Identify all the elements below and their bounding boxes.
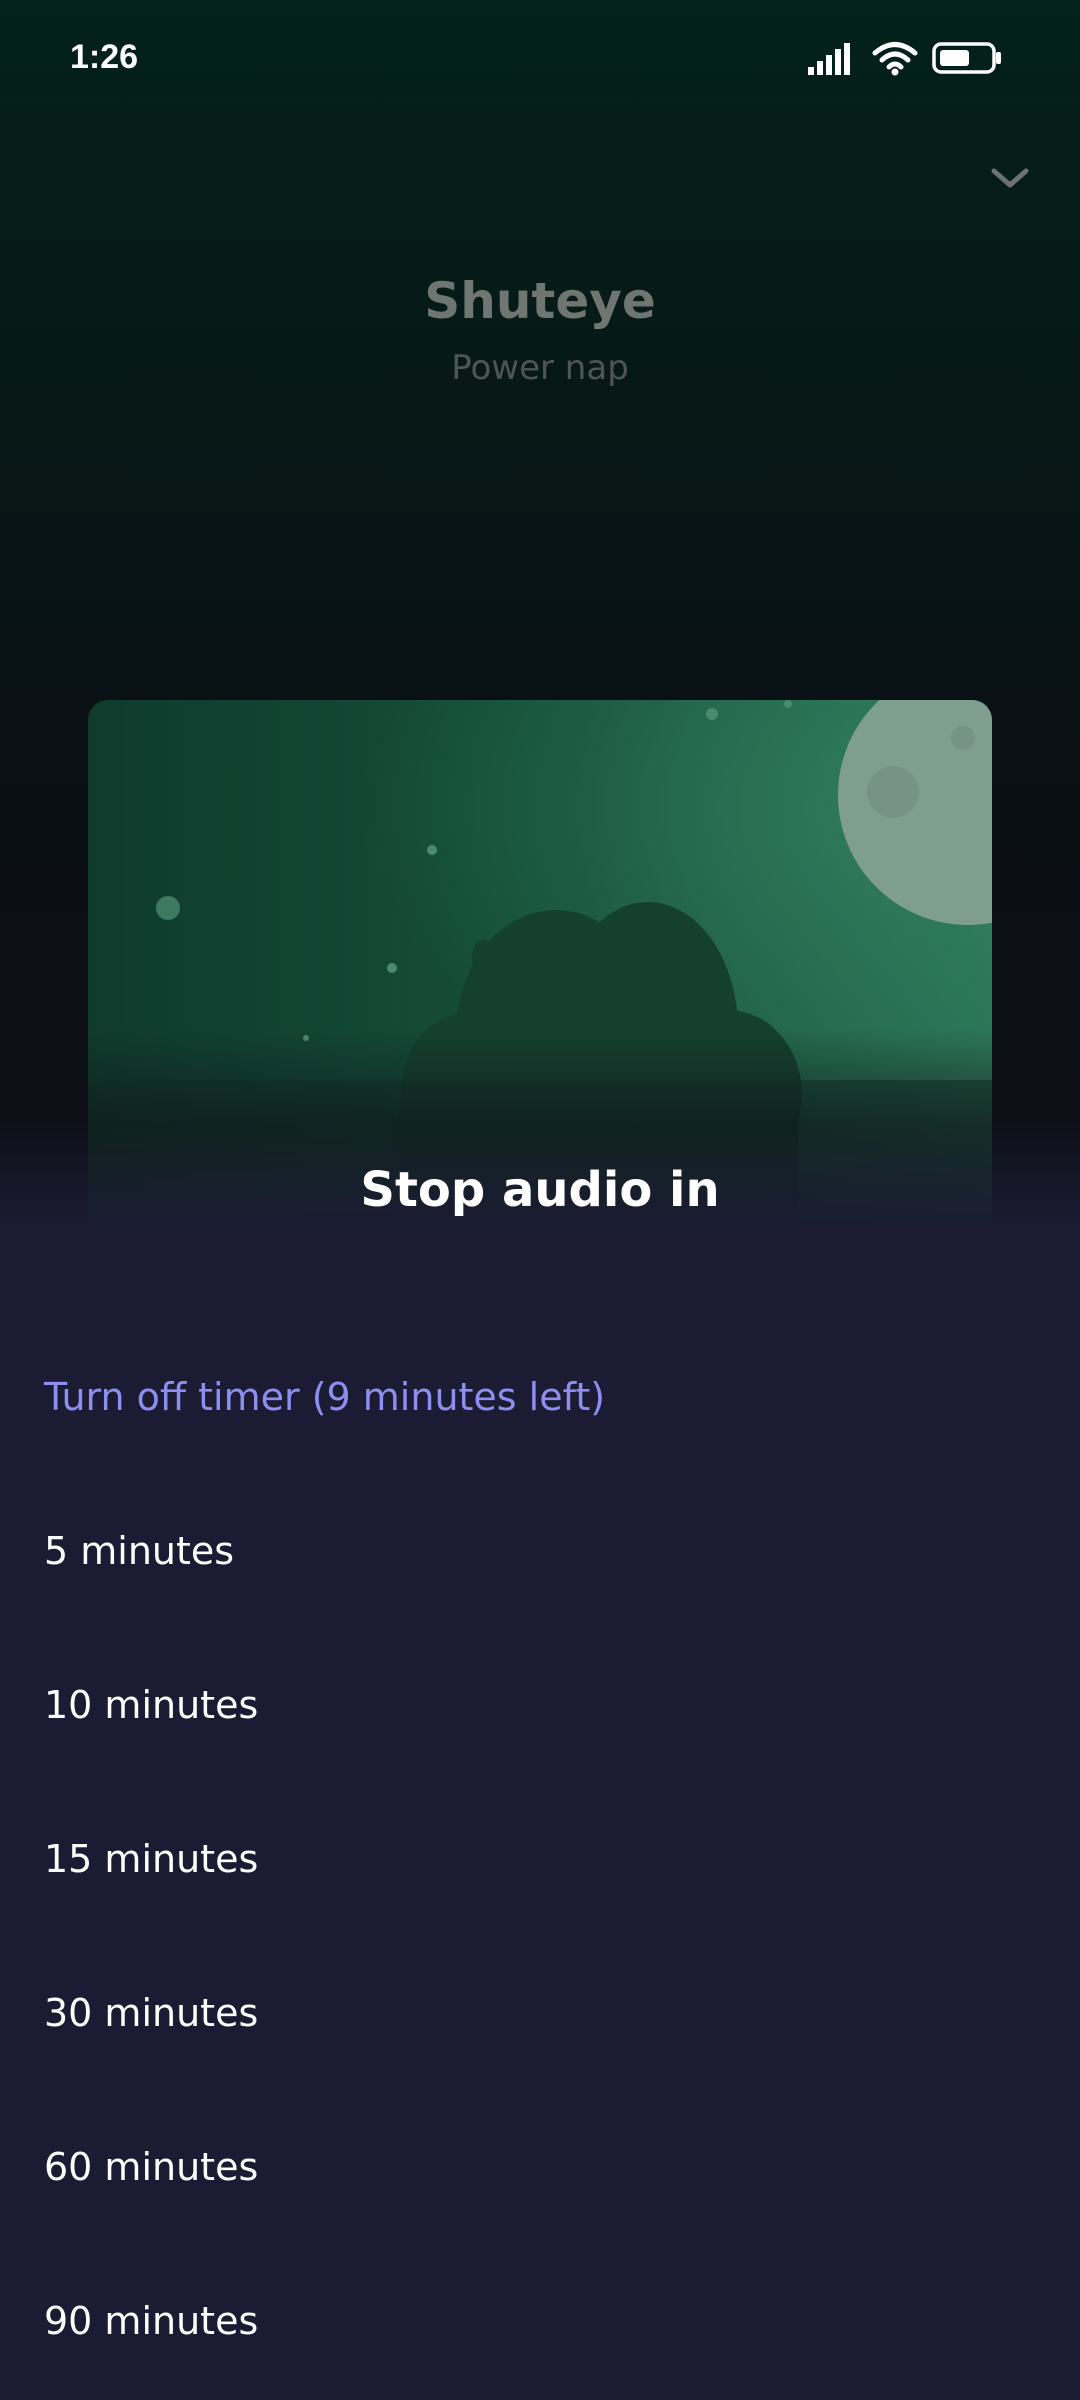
battery-icon bbox=[932, 41, 1002, 80]
track-subtitle: Power nap bbox=[451, 348, 629, 388]
timer-option-10-minutes[interactable]: 10 minutes bbox=[0, 1628, 1080, 1782]
player-screen: 1:26 Shuteye Power nap Stop audio in Tur… bbox=[0, 0, 1080, 2400]
timer-option-90-minutes[interactable]: 90 minutes bbox=[0, 2244, 1080, 2398]
chevron-down-icon bbox=[990, 166, 1030, 195]
wifi-icon bbox=[872, 40, 918, 81]
status-bar: 1:26 bbox=[0, 0, 1080, 120]
artwork-fade-overlay bbox=[88, 700, 992, 1230]
timer-option-5-minutes[interactable]: 5 minutes bbox=[0, 1474, 1080, 1628]
signal-icon bbox=[808, 41, 858, 80]
timer-option-15-minutes[interactable]: 15 minutes bbox=[0, 1782, 1080, 1936]
sheet-title: Stop audio in bbox=[360, 1162, 720, 1218]
status-time: 1:26 bbox=[70, 38, 139, 76]
timer-option-60-minutes[interactable]: 60 minutes bbox=[0, 2090, 1080, 2244]
status-icons bbox=[808, 40, 1002, 81]
track-artwork bbox=[88, 700, 992, 1230]
timer-options-list: Turn off timer (9 minutes left) 5 minute… bbox=[0, 1320, 1080, 2398]
turn-off-timer-option[interactable]: Turn off timer (9 minutes left) bbox=[0, 1320, 1080, 1474]
timer-option-30-minutes[interactable]: 30 minutes bbox=[0, 1936, 1080, 2090]
track-title: Shuteye bbox=[424, 272, 656, 330]
collapse-player-button[interactable] bbox=[980, 150, 1040, 210]
